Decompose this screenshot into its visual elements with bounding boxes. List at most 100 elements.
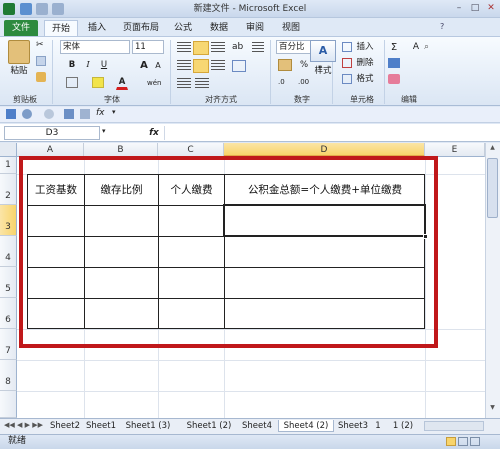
status-bar	[0, 434, 500, 449]
autosum-button[interactable]: Σ	[388, 40, 400, 55]
font-color-button[interactable]: A	[116, 76, 128, 90]
merge-center-icon[interactable]	[232, 60, 246, 72]
scroll-thumb[interactable]	[487, 158, 498, 218]
cut-icon[interactable]: ✂	[36, 40, 46, 50]
increase-indent-icon[interactable]	[195, 78, 209, 90]
qat-spellcheck-icon[interactable]	[64, 109, 74, 119]
column-header-c[interactable]: C	[158, 143, 224, 157]
qat-customize-icon[interactable]: ▾	[112, 108, 120, 120]
tab-page-layout[interactable]: 页面布局	[116, 20, 166, 36]
shrink-font-button[interactable]: A	[152, 58, 164, 73]
tab-home[interactable]: 开始	[44, 20, 78, 36]
row-header-5[interactable]: 5	[0, 267, 17, 298]
tab-formulas[interactable]: 公式	[168, 20, 198, 36]
decrease-decimal-icon[interactable]: .00	[298, 78, 314, 89]
row-header-3[interactable]: 3	[0, 205, 17, 236]
sheet-tab[interactable]: 1	[372, 420, 384, 432]
underline-button[interactable]: U	[98, 58, 110, 73]
delete-cells-button[interactable]: 删除	[354, 56, 376, 71]
row-header-1[interactable]: 1	[0, 157, 17, 174]
select-all-corner[interactable]	[0, 143, 17, 157]
column-header-e[interactable]: E	[425, 143, 485, 157]
sheet-tab[interactable]: Sheet1 (3)	[120, 420, 176, 432]
formula-input[interactable]	[164, 126, 500, 140]
sheet-tab[interactable]: Sheet2	[48, 420, 82, 432]
tab-view[interactable]: 视图	[276, 20, 306, 36]
wrap-text-icon[interactable]	[252, 42, 264, 54]
border-icon[interactable]	[66, 77, 78, 88]
horizontal-scrollbar[interactable]	[424, 421, 484, 431]
sheet-tab-active[interactable]: Sheet4 (2)	[278, 420, 334, 432]
tab-data[interactable]: 数据	[202, 20, 236, 36]
decrease-indent-icon[interactable]	[177, 78, 191, 90]
find-select-icon[interactable]: ⌕	[424, 42, 434, 52]
sort-filter-button[interactable]: A	[410, 40, 422, 55]
qat-undo-icon[interactable]	[22, 109, 32, 119]
page-break-view-icon[interactable]	[470, 437, 480, 446]
help-icon[interactable]: ?	[440, 22, 450, 32]
font-size-combo[interactable]: 11	[132, 40, 164, 54]
fill-icon[interactable]	[388, 58, 400, 68]
paste-icon[interactable]	[8, 40, 30, 64]
format-painter-icon[interactable]	[36, 72, 46, 82]
save-icon[interactable]	[20, 3, 32, 15]
sheet-tab[interactable]: Sheet3	[336, 420, 370, 432]
minimize-icon[interactable]: –	[452, 2, 466, 14]
normal-view-icon[interactable]	[446, 437, 456, 446]
align-right-icon[interactable]	[211, 60, 225, 72]
tab-insert[interactable]: 插入	[82, 20, 112, 36]
orientation-icon[interactable]: ab	[232, 42, 246, 54]
maximize-icon[interactable]: □	[468, 2, 482, 14]
row-header-8[interactable]: 8	[0, 360, 17, 391]
font-name-combo[interactable]: 宋体	[60, 40, 130, 54]
format-cells-button[interactable]: 格式	[354, 72, 376, 87]
scroll-up-icon[interactable]: ▲	[486, 144, 499, 154]
column-header-a[interactable]: A	[17, 143, 84, 157]
column-header-d[interactable]: D	[224, 143, 425, 157]
sheet-tab[interactable]: Sheet4	[240, 420, 274, 432]
name-box[interactable]: D3	[4, 126, 100, 140]
delete-cells-icon	[342, 58, 352, 68]
qat-function-icon[interactable]: fx	[96, 108, 108, 120]
styles-button[interactable]: 样式	[308, 64, 338, 79]
tab-review[interactable]: 审阅	[240, 20, 270, 36]
sheet-tab[interactable]: 1 (2)	[386, 420, 420, 432]
qat-print-preview-icon[interactable]	[80, 109, 90, 119]
copy-icon[interactable]	[36, 56, 46, 66]
grow-font-button[interactable]: A	[138, 58, 150, 73]
sheet-tab[interactable]: Sheet1 (2)	[180, 420, 238, 432]
align-left-icon[interactable]	[177, 60, 191, 72]
sheet-tab[interactable]: Sheet1	[84, 420, 118, 432]
insert-cells-button[interactable]: 插入	[354, 40, 376, 55]
column-header-b[interactable]: B	[84, 143, 158, 157]
row-header-2[interactable]: 2	[0, 174, 17, 205]
top-align-icon[interactable]	[177, 42, 191, 54]
fill-color-icon[interactable]	[92, 77, 104, 88]
redo-icon[interactable]	[52, 3, 64, 15]
sheet-nav-icon[interactable]: ◀◀ ◀ ▶ ▶▶	[4, 421, 44, 431]
row-header-4[interactable]: 4	[0, 236, 17, 267]
increase-decimal-icon[interactable]: .0	[278, 78, 294, 89]
row-header-7[interactable]: 7	[0, 329, 17, 360]
italic-button[interactable]: I	[82, 58, 94, 73]
gridline	[17, 360, 485, 361]
bold-button[interactable]: B	[66, 58, 78, 73]
row-header-6[interactable]: 6	[0, 298, 17, 329]
close-icon[interactable]: ✕	[484, 2, 498, 14]
clear-icon[interactable]	[388, 74, 400, 84]
name-box-dropdown-icon[interactable]: ▾	[102, 127, 110, 139]
scroll-down-icon[interactable]: ▼	[486, 404, 499, 414]
qat-redo-icon[interactable]	[44, 109, 54, 119]
insert-function-button[interactable]: fx	[146, 126, 162, 140]
currency-icon[interactable]	[278, 59, 292, 71]
page-layout-view-icon[interactable]	[458, 437, 468, 446]
phonetic-button[interactable]: wén	[146, 76, 162, 91]
styles-icon[interactable]: A	[310, 40, 336, 62]
align-center-icon[interactable]	[193, 59, 209, 73]
tab-file[interactable]: 文件	[4, 20, 38, 36]
bottom-align-icon[interactable]	[211, 42, 225, 54]
qat-save-icon[interactable]	[6, 109, 16, 119]
middle-align-icon[interactable]	[193, 41, 209, 55]
paste-button[interactable]: 粘贴	[4, 64, 34, 79]
undo-icon[interactable]	[36, 3, 48, 15]
